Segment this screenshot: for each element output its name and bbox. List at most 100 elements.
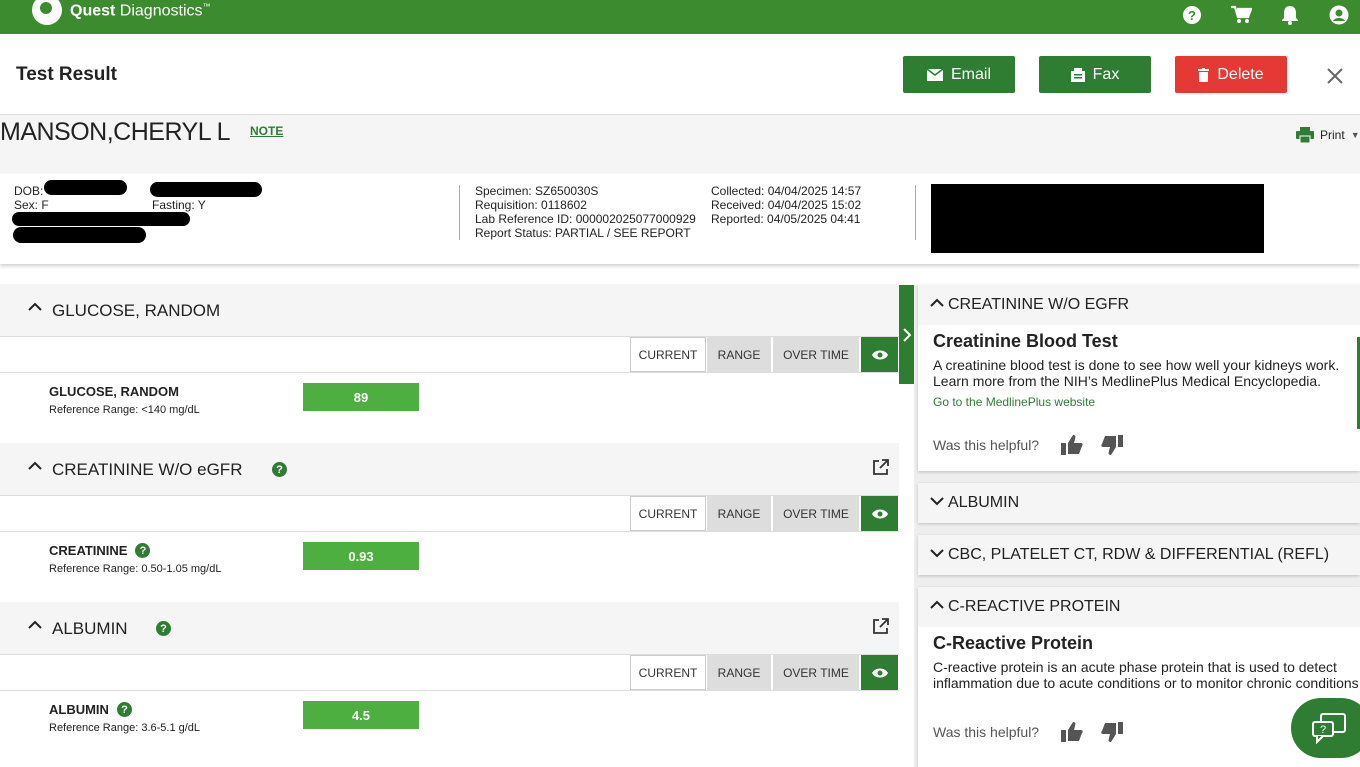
reference-range: Reference Range: 3.6-5.1 g/dL: [49, 722, 201, 734]
view-tabs: CURRENT RANGE OVER TIME: [0, 495, 899, 532]
help-icon[interactable]: ?: [116, 702, 132, 717]
result-row: ALBUMIN? Reference Range: 3.6-5.1 g/dL 4…: [0, 691, 899, 761]
help-icon[interactable]: ?: [1181, 4, 1203, 26]
chevron-down-icon: [930, 549, 944, 558]
specimen-id: Specimen: SZ650030S: [475, 184, 599, 198]
result-header: Test Result Email Fax Delete: [0, 34, 1360, 115]
helpful-prompt: Was this helpful?: [933, 435, 1124, 455]
thumbs-down-icon[interactable]: [1101, 722, 1124, 742]
tab-over-time[interactable]: OVER TIME: [773, 337, 859, 372]
result-name: ALBUMIN?: [49, 702, 132, 717]
info-card-creatinine: CREATININE W/O EGFR Creatinine Blood Tes…: [918, 285, 1360, 471]
section-header-creatinine[interactable]: CREATININE W/O eGFR ?: [0, 443, 899, 495]
tab-over-time[interactable]: OVER TIME: [773, 655, 859, 690]
reported-time: Reported: 04/05/2025 04:41: [711, 212, 861, 226]
redacted-block: [150, 182, 262, 197]
help-icon[interactable]: ?: [156, 621, 171, 636]
divider: [459, 185, 460, 240]
svg-text:?: ?: [1188, 8, 1196, 23]
lab-reference-id: Lab Reference ID: 000002025077000929: [475, 212, 696, 226]
sex-value: Sex: F: [14, 198, 49, 212]
external-link-icon[interactable]: [872, 459, 889, 476]
section-title: ALBUMIN: [52, 619, 128, 638]
fax-icon: [1070, 67, 1085, 82]
thumbs-up-icon[interactable]: [1061, 435, 1083, 455]
email-button[interactable]: Email: [903, 56, 1015, 93]
medlineplus-link[interactable]: Go to the MedlinePlus website: [933, 395, 1095, 409]
helpful-prompt: Was this helpful?: [933, 722, 1124, 742]
section-title: GLUCOSE, RANDOM: [52, 301, 221, 320]
tab-range[interactable]: RANGE: [707, 496, 771, 531]
info-card-header[interactable]: CREATININE W/O EGFR: [918, 285, 1360, 325]
tab-over-time[interactable]: OVER TIME: [773, 496, 859, 531]
fax-button[interactable]: Fax: [1039, 56, 1151, 93]
cart-icon[interactable]: [1230, 4, 1252, 26]
close-icon[interactable]: [1326, 67, 1344, 85]
page-title: Test Result: [16, 64, 118, 85]
redacted-block: [13, 227, 146, 243]
chevron-up-icon: [28, 620, 42, 629]
fasting-value: Fasting: Y: [152, 198, 206, 212]
divider: [915, 185, 916, 240]
chevron-up-icon: [930, 600, 944, 609]
tab-current[interactable]: CURRENT: [630, 496, 706, 531]
chevron-down-icon: ▼: [1350, 130, 1360, 140]
reference-range: Reference Range: <140 mg/dL: [49, 404, 200, 416]
tab-range[interactable]: RANGE: [707, 655, 771, 690]
section-header-albumin[interactable]: ALBUMIN ?: [0, 602, 899, 654]
thumbs-down-icon[interactable]: [1101, 435, 1124, 455]
info-title: C-Reactive Protein: [933, 633, 1094, 653]
dob-label: DOB:: [14, 184, 44, 198]
help-icon[interactable]: ?: [135, 543, 151, 558]
result-name: CREATININE?: [49, 543, 151, 558]
eye-icon[interactable]: [861, 337, 898, 372]
collected-time: Collected: 04/04/2025 14:57: [711, 184, 862, 198]
chat-button[interactable]: ?: [1291, 698, 1360, 758]
section-header-glucose[interactable]: GLUCOSE, RANDOM: [0, 284, 899, 336]
external-link-icon[interactable]: [872, 618, 889, 635]
logo-icon: [32, 0, 62, 25]
printer-icon: [1296, 127, 1314, 143]
redacted-block: [44, 180, 127, 195]
info-description: A creatinine blood test is done to see h…: [933, 357, 1340, 389]
tab-range[interactable]: RANGE: [707, 337, 771, 372]
top-bar: Quest Diagnostics™ ?: [0, 0, 1360, 34]
print-button[interactable]: Print ▼: [1296, 127, 1360, 143]
result-value: 0.93: [303, 542, 419, 570]
chevron-up-icon: [930, 298, 944, 307]
note-link[interactable]: NOTE: [250, 124, 283, 138]
redacted-block: [12, 212, 190, 226]
tab-current[interactable]: CURRENT: [630, 655, 706, 690]
info-title: Creatinine Blood Test: [933, 331, 1118, 351]
thumbs-up-icon[interactable]: [1061, 722, 1083, 742]
tab-current[interactable]: CURRENT: [630, 337, 706, 372]
chevron-down-icon: [930, 497, 944, 506]
info-card-albumin[interactable]: ALBUMIN: [918, 483, 1360, 523]
info-card-header[interactable]: C-REACTIVE PROTEIN: [918, 587, 1360, 627]
eye-icon[interactable]: [861, 496, 898, 531]
result-value: 4.5: [303, 701, 419, 729]
patient-bar: MANSON,CHERYL L NOTE Print ▼: [0, 115, 1360, 173]
view-tabs: CURRENT RANGE OVER TIME: [0, 336, 899, 373]
email-icon: [926, 68, 943, 81]
brand-logo[interactable]: Quest Diagnostics™: [32, 0, 211, 28]
info-panel: CREATININE W/O EGFR Creatinine Blood Tes…: [914, 285, 1360, 767]
info-description: C-reactive protein is an acute phase pro…: [933, 659, 1359, 691]
redacted-block: [931, 184, 1264, 253]
panel-toggle[interactable]: [899, 285, 914, 384]
info-card-cbc[interactable]: CBC, PLATELET CT, RDW & DIFFERENTIAL (RE…: [918, 535, 1360, 575]
account-icon[interactable]: [1328, 4, 1350, 26]
result-value: 89: [303, 383, 419, 411]
delete-button[interactable]: Delete: [1175, 56, 1287, 93]
help-icon[interactable]: ?: [272, 462, 287, 477]
reference-range: Reference Range: 0.50-1.05 mg/dL: [49, 563, 222, 575]
bell-icon[interactable]: [1279, 4, 1301, 26]
result-row: CREATININE? Reference Range: 0.50-1.05 m…: [0, 532, 899, 602]
chevron-right-icon: [902, 327, 911, 342]
svg-text:?: ?: [1320, 724, 1326, 736]
trash-icon: [1198, 67, 1210, 82]
result-row: GLUCOSE, RANDOM Reference Range: <140 mg…: [0, 373, 899, 443]
eye-icon[interactable]: [861, 655, 898, 690]
report-status: Report Status: PARTIAL / SEE REPORT: [475, 226, 691, 240]
requisition-id: Requisition: 0118602: [475, 198, 587, 212]
